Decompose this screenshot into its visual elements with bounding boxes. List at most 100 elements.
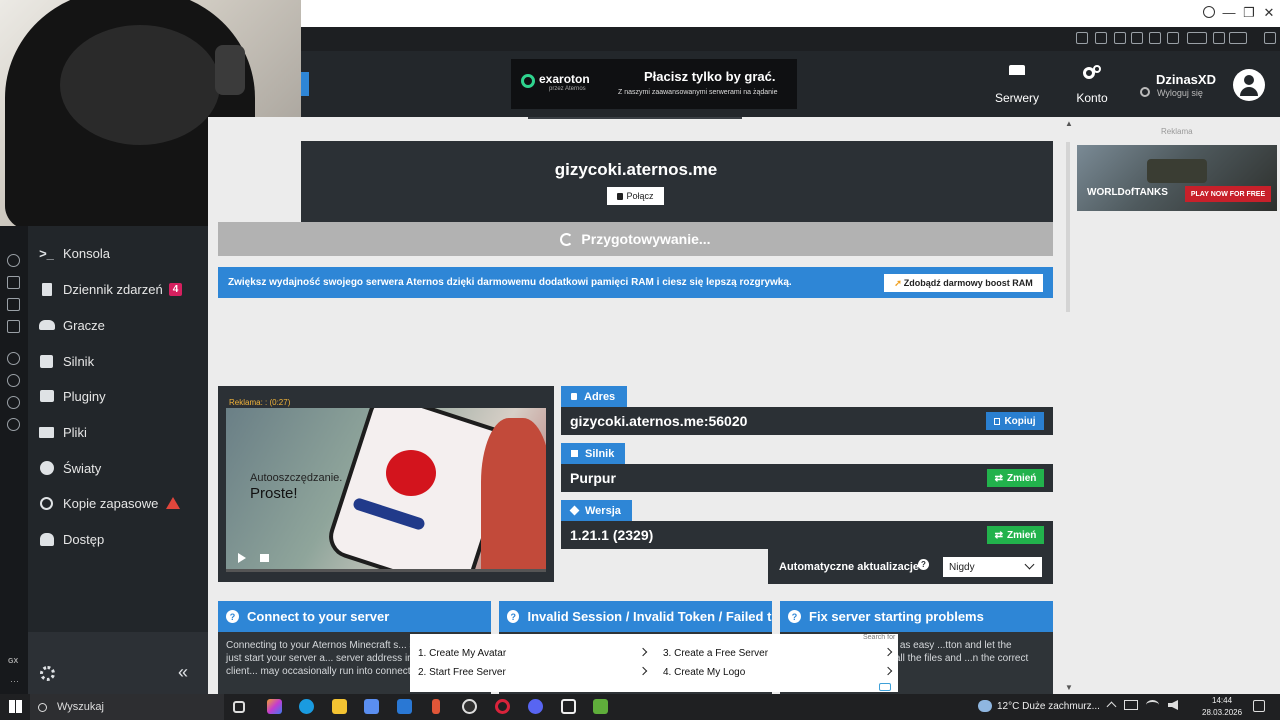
- card-connect-header[interactable]: ? Connect to your server: [218, 601, 491, 632]
- settings-icon[interactable]: [1140, 87, 1150, 97]
- share-icon[interactable]: [7, 396, 20, 409]
- account-nav[interactable]: Konto: [1067, 65, 1117, 109]
- wifi-icon[interactable]: [1146, 700, 1159, 710]
- settings-gear-icon[interactable]: [40, 666, 55, 681]
- ad-item-1[interactable]: 1. Create My Avatar: [418, 648, 506, 659]
- notifications-icon[interactable]: [1253, 700, 1265, 712]
- capcut-app-icon[interactable]: [561, 699, 576, 714]
- engine-value-bar: Purpur: [561, 464, 1053, 492]
- obs-app-icon[interactable]: [462, 699, 477, 714]
- extension-icon[interactable]: [1114, 32, 1126, 44]
- ad-item-3[interactable]: 3. Create a Free Server: [663, 648, 768, 659]
- version-value-bar: 1.21.1 (2329): [561, 521, 1053, 549]
- ram-boost-button[interactable]: ➚ Zdobądź darmowy boost RAM: [884, 274, 1043, 292]
- clock-time[interactable]: 14:44: [1212, 696, 1232, 705]
- card-fix-header[interactable]: ? Fix server starting problems: [780, 601, 1053, 632]
- sidebar-item-swiaty[interactable]: Światy: [38, 453, 203, 483]
- discord-app-icon[interactable]: [528, 699, 543, 714]
- heart-icon[interactable]: [1167, 32, 1179, 44]
- sidebar-item-pluginy[interactable]: Pluginy: [38, 381, 203, 411]
- ad-subtitle: Z naszymi zaawansowanymi serwerami na żą…: [618, 89, 778, 96]
- tag-icon[interactable]: [1095, 32, 1107, 44]
- volume-icon[interactable]: [260, 554, 269, 562]
- scroll-down-icon[interactable]: ▼: [1065, 683, 1073, 692]
- ad-item-4[interactable]: 4. Create My Logo: [663, 667, 745, 678]
- task-view-icon[interactable]: [233, 701, 245, 713]
- microphone-app-icon[interactable]: [432, 699, 440, 714]
- ad-caption-1: Autooszczędzanie.: [250, 472, 343, 484]
- ad-item-2[interactable]: 2. Start Free Server: [418, 667, 506, 678]
- m-icon[interactable]: [7, 320, 20, 333]
- scroll-up-icon[interactable]: ▲: [1065, 119, 1073, 128]
- play-now-button[interactable]: PLAY NOW FOR FREE: [1185, 186, 1271, 202]
- address-value[interactable]: gizycoki.aternos.me:56020: [570, 413, 747, 429]
- search-icon[interactable]: [1203, 6, 1215, 18]
- more-icon[interactable]: ···: [10, 676, 19, 686]
- sidebar-item-gracze[interactable]: Gracze: [38, 310, 203, 340]
- shield-icon[interactable]: [1131, 32, 1143, 44]
- sidebar-item-silnik[interactable]: Silnik: [38, 346, 203, 376]
- wot-banner[interactable]: WORLDofTANKS PLAY NOW FOR FREE: [1077, 145, 1277, 211]
- clock-date[interactable]: 28.03.2026: [1202, 708, 1242, 717]
- clock-icon[interactable]: [7, 374, 20, 387]
- adchoices-icon[interactable]: [879, 683, 891, 691]
- copilot-app-icon[interactable]: [267, 699, 282, 714]
- edge-app-icon[interactable]: [299, 699, 314, 714]
- minecraft-app-icon[interactable]: [593, 699, 608, 714]
- copilot-icon[interactable]: [1229, 32, 1247, 44]
- engine-label: Silnik: [561, 443, 625, 464]
- play-icon[interactable]: [1149, 32, 1161, 44]
- change-engine-button[interactable]: ⇄ Zmień: [987, 469, 1044, 487]
- servers-nav[interactable]: Serwery: [990, 65, 1044, 109]
- question-icon: ?: [507, 610, 520, 623]
- network-icon[interactable]: [1124, 700, 1138, 710]
- sidebar-icon[interactable]: [1076, 32, 1088, 44]
- weather-text[interactable]: 12°C Duże zachmurz...: [997, 701, 1100, 712]
- image-icon[interactable]: [7, 298, 20, 311]
- shuffle-icon: ⇄: [994, 472, 1003, 484]
- gear-icon[interactable]: [7, 418, 20, 431]
- mail-app-icon[interactable]: [397, 699, 412, 714]
- collapse-sidebar-icon[interactable]: «: [178, 662, 188, 683]
- logo-tab[interactable]: [301, 72, 309, 96]
- minimize-button[interactable]: —: [1220, 5, 1238, 21]
- header-ad-banner[interactable]: exaroton przez Aternos Płacisz tylko by …: [511, 59, 797, 109]
- autoupdate-select[interactable]: Nigdy: [943, 557, 1042, 577]
- logout-link[interactable]: Wyloguj się: [1157, 88, 1203, 98]
- more-icon[interactable]: [1264, 32, 1276, 44]
- sidebar-item-pliki[interactable]: Pliki: [38, 417, 203, 447]
- copy-icon: [994, 417, 1001, 425]
- copy-button[interactable]: Kopiuj: [986, 412, 1044, 430]
- sidebar-item-dziennik[interactable]: Dziennik zdarzeń 4: [38, 274, 203, 304]
- account-label: Konto: [1076, 91, 1108, 105]
- search-ad-popup[interactable]: Search for 1. Create My Avatar 2. Start …: [410, 634, 898, 692]
- windows-start-icon[interactable]: [9, 700, 22, 713]
- weather-icon[interactable]: [978, 700, 992, 712]
- change-version-button[interactable]: ⇄ Zmień: [987, 526, 1044, 544]
- card-session-header[interactable]: ? Invalid Session / Invalid Token / Fail…: [499, 601, 772, 632]
- store-app-icon[interactable]: [364, 699, 379, 714]
- close-button[interactable]: ✕: [1260, 5, 1278, 21]
- rocket-icon: ➚: [894, 277, 902, 288]
- opera-app-icon[interactable]: [495, 699, 510, 714]
- refresh-icon[interactable]: [7, 254, 20, 267]
- help-icon[interactable]: ?: [918, 559, 929, 570]
- target-icon[interactable]: [7, 352, 20, 365]
- taskbar-search[interactable]: Wyszukaj: [30, 694, 224, 720]
- sidebar-item-konsola[interactable]: >_ Konsola: [38, 238, 203, 268]
- edit-icon[interactable]: [7, 276, 20, 289]
- maximize-button[interactable]: ❐: [1240, 5, 1258, 21]
- download-icon[interactable]: [1213, 32, 1225, 44]
- gx-icon[interactable]: GX: [8, 658, 18, 665]
- avatar[interactable]: [1233, 69, 1265, 101]
- scrollbar-track[interactable]: [1066, 142, 1070, 312]
- explorer-app-icon[interactable]: [332, 699, 347, 714]
- woman-shape: [481, 418, 546, 572]
- collections-icon[interactable]: [1187, 32, 1207, 44]
- video-ad[interactable]: Autooszczędzanie. Proste! Reklama: : (0:…: [218, 386, 554, 582]
- sidebar-item-kopie[interactable]: Kopie zapasowe: [38, 488, 203, 518]
- autoupdate-row: Automatyczne aktualizacje ? Nigdy: [768, 549, 1053, 584]
- connect-button[interactable]: Połącz: [607, 187, 664, 205]
- play-icon[interactable]: [238, 553, 246, 563]
- sidebar-item-dostep[interactable]: Dostęp: [38, 524, 203, 554]
